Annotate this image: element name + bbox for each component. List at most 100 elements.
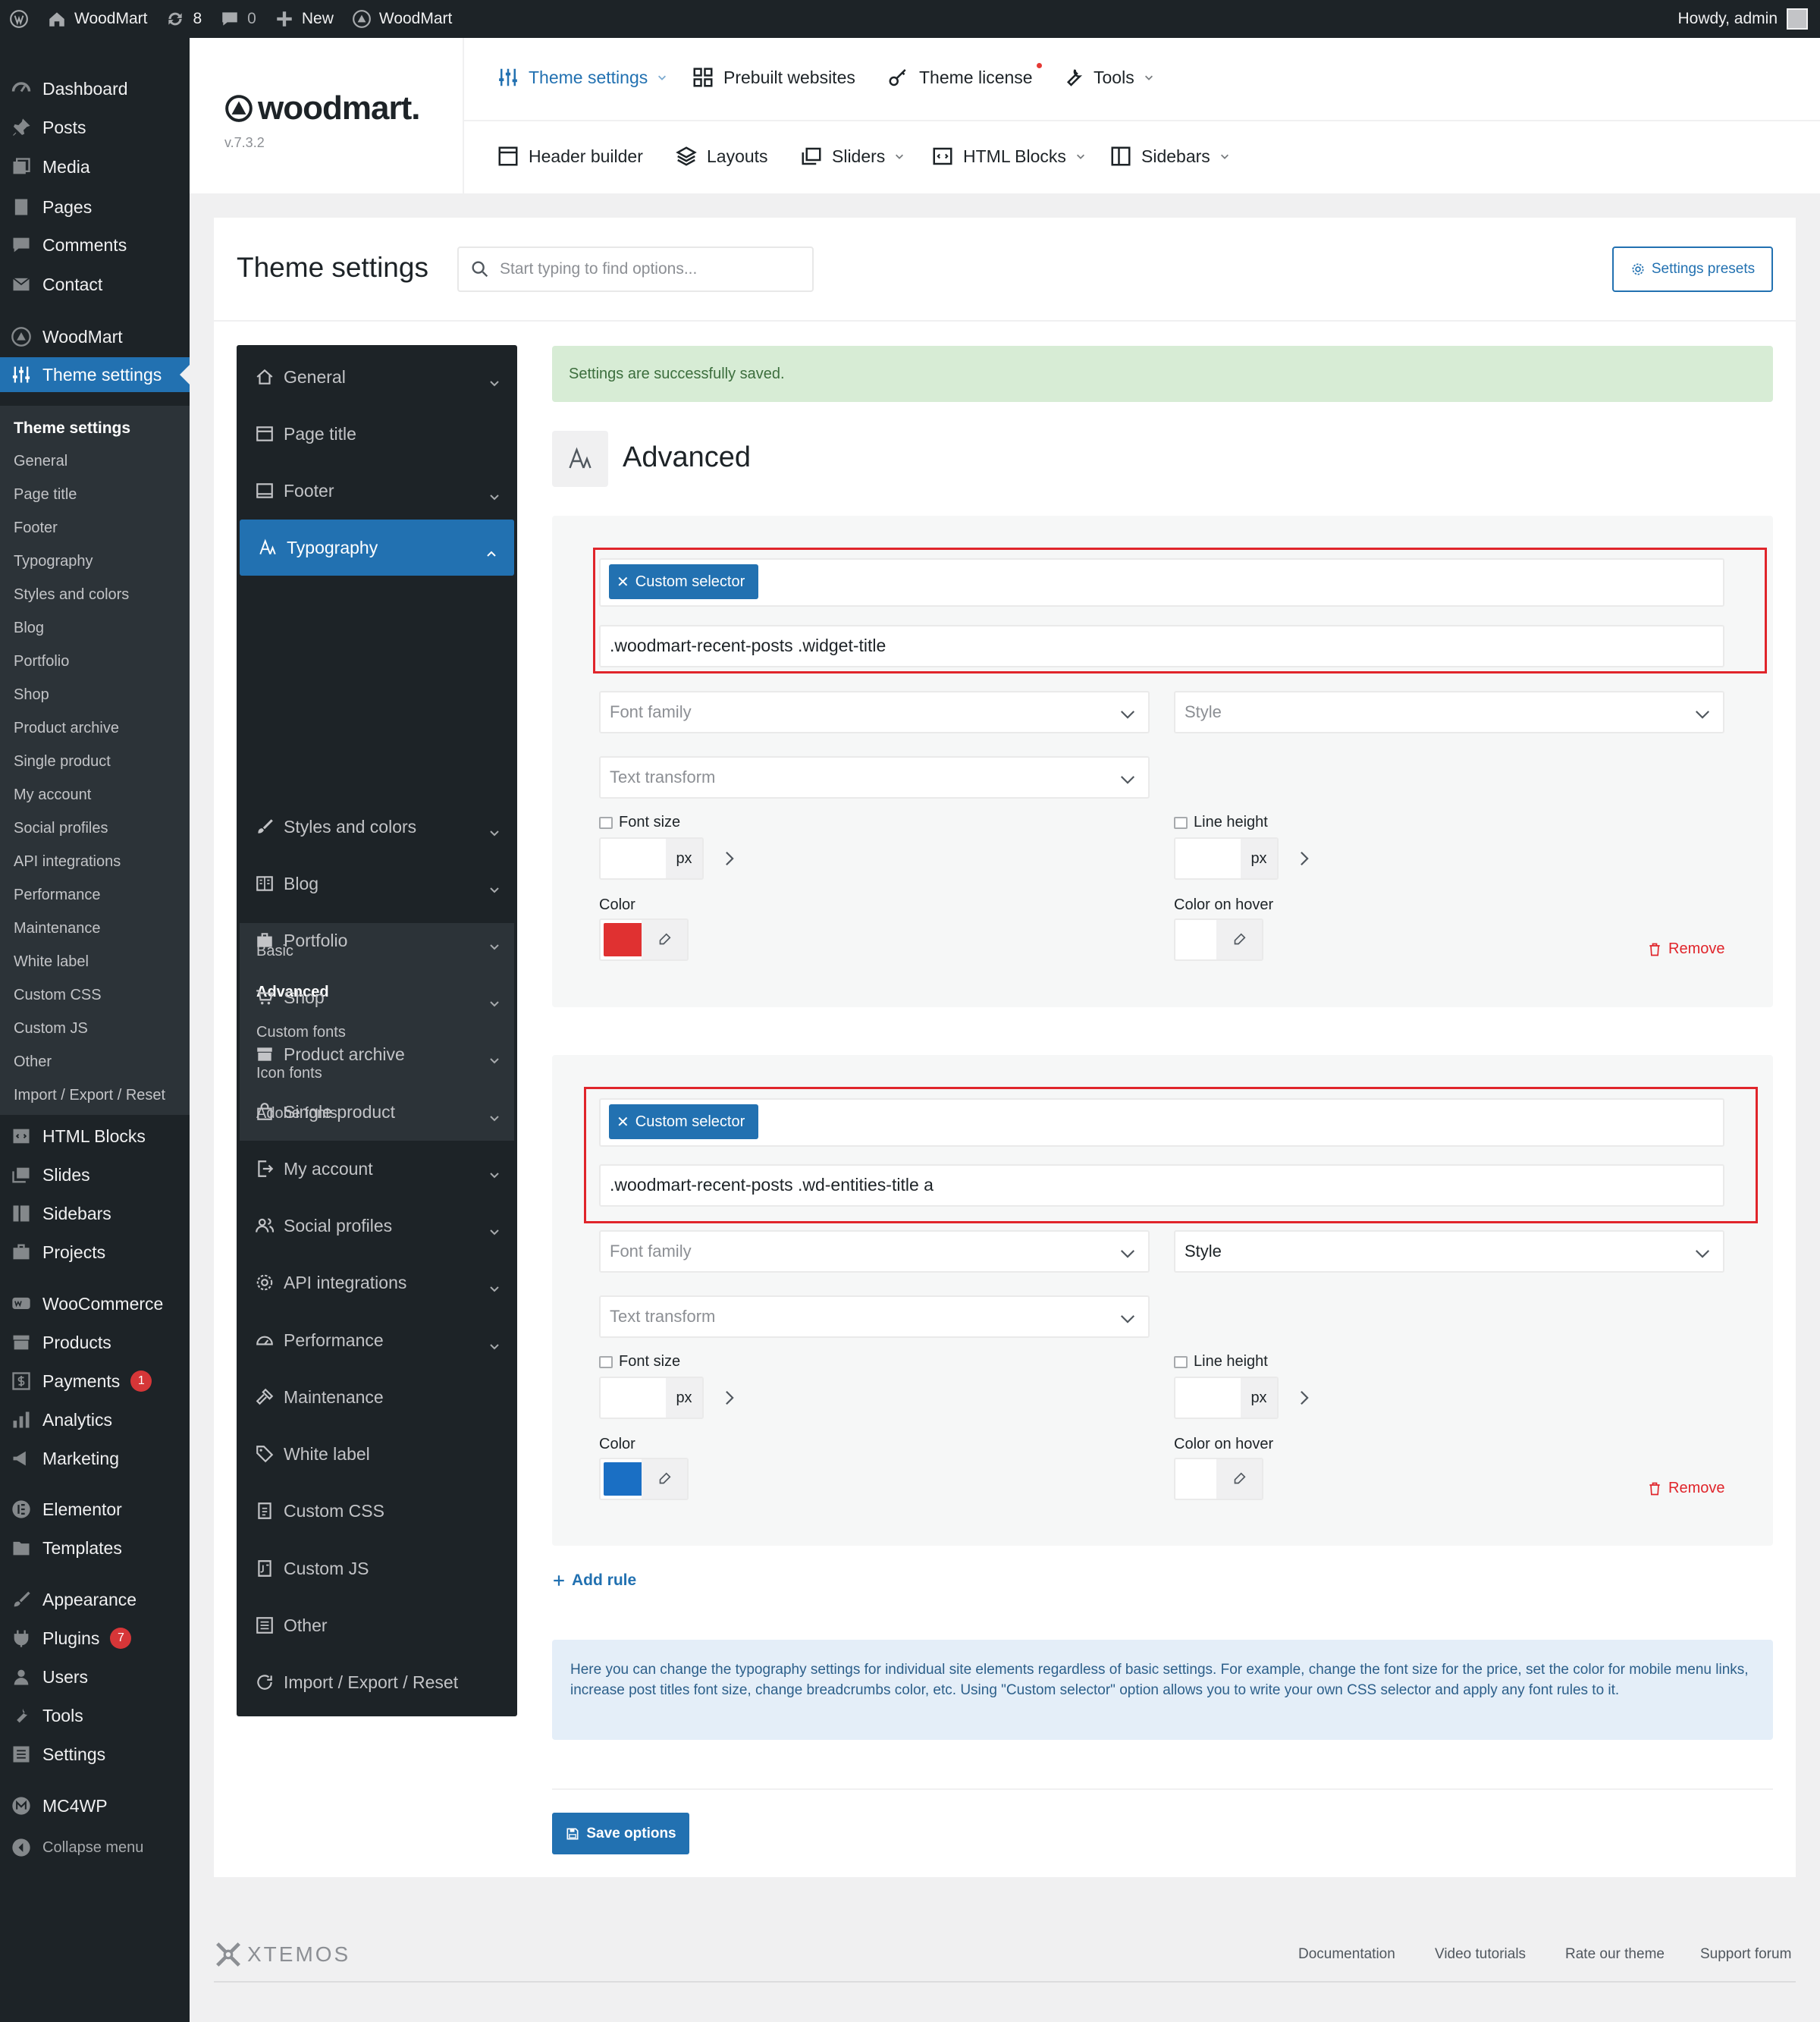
submenu-item-custom-css[interactable]: Custom CSS xyxy=(14,987,102,1004)
submenu-item-footer[interactable]: Footer xyxy=(14,520,58,537)
font-size-input[interactable]: px xyxy=(599,1377,704,1419)
submenu-item-white-label[interactable]: White label xyxy=(14,953,89,971)
settings-nav-styles-and-colors[interactable]: Styles and colors xyxy=(237,804,517,849)
font-size-label[interactable]: Font size xyxy=(599,1353,680,1371)
admin-menu-item-users[interactable]: Users xyxy=(0,1659,190,1694)
subnav-html-blocks[interactable]: HTML Blocks xyxy=(931,145,1086,168)
style-select[interactable]: Style xyxy=(1174,1230,1724,1273)
remove-chip-icon[interactable]: ✕ xyxy=(617,573,629,592)
color-picker[interactable] xyxy=(599,1458,689,1500)
style-select[interactable]: Style xyxy=(1174,691,1724,733)
chevron-right-icon[interactable] xyxy=(1296,1389,1313,1406)
font-size-label[interactable]: Font size xyxy=(599,814,680,831)
footer-link-video-tutorials[interactable]: Video tutorials xyxy=(1435,1946,1526,1963)
save-options-button[interactable]: Save options xyxy=(552,1813,689,1854)
remove-rule-button[interactable]: Remove xyxy=(1647,1480,1724,1497)
settings-nav-maintenance[interactable]: Maintenance xyxy=(237,1374,517,1420)
admin-menu-item-tools[interactable]: Tools xyxy=(0,1698,190,1733)
admin-menu-item-templates[interactable]: Templates xyxy=(0,1531,190,1565)
settings-nav-product-archive[interactable]: Product archive xyxy=(237,1031,517,1077)
text-transform-select[interactable]: Text transform xyxy=(599,756,1150,799)
settings-nav-typography[interactable]: Typography xyxy=(240,520,514,576)
topnav-prebuilt-websites[interactable]: Prebuilt websites xyxy=(692,66,855,89)
account-menu[interactable]: Howdy, admin xyxy=(1678,0,1808,38)
wordpress-logo-button[interactable] xyxy=(0,0,38,38)
admin-menu-item-collapse-menu[interactable]: Collapse menu xyxy=(0,1830,190,1865)
submenu-item-general[interactable]: General xyxy=(14,453,67,470)
remove-chip-icon[interactable]: ✕ xyxy=(617,1113,629,1132)
settings-nav-performance[interactable]: Performance xyxy=(237,1317,517,1363)
admin-menu-item-theme-settings[interactable]: Theme settings xyxy=(0,357,190,392)
responsive-checkbox[interactable] xyxy=(599,816,613,829)
admin-menu-item-plugins[interactable]: Plugins 7 xyxy=(0,1621,190,1656)
settings-presets-button[interactable]: Settings presets xyxy=(1612,246,1773,292)
submenu-item-other[interactable]: Other xyxy=(14,1053,52,1071)
submenu-item-api-integrations[interactable]: API integrations xyxy=(14,853,121,871)
comments-link[interactable]: 0 xyxy=(211,0,265,38)
selector-type-field[interactable] xyxy=(599,558,1724,607)
settings-nav-other[interactable]: Other xyxy=(237,1603,517,1648)
xtemos-logo[interactable]: XTEMOS xyxy=(214,1940,350,1969)
settings-nav-custom-css[interactable]: Custom CSS xyxy=(237,1488,517,1534)
submenu-item-theme-settings[interactable]: Theme settings xyxy=(14,419,130,438)
subnav-header-builder[interactable]: Header builder xyxy=(497,145,643,168)
add-rule-button[interactable]: Add rule xyxy=(552,1571,636,1590)
responsive-checkbox[interactable] xyxy=(1174,1355,1188,1368)
subnav-sliders[interactable]: Sliders xyxy=(800,145,905,168)
custom-selector-chip[interactable]: ✕ Custom selector xyxy=(609,564,759,599)
woodmart-bar-link[interactable]: WoodMart xyxy=(343,0,461,38)
custom-selector-chip[interactable]: ✕ Custom selector xyxy=(609,1104,759,1139)
font-size-input[interactable]: px xyxy=(599,837,704,880)
admin-menu-item-media[interactable]: Media xyxy=(0,149,190,184)
settings-nav-social-profiles[interactable]: Social profiles xyxy=(237,1203,517,1248)
settings-nav-page-title[interactable]: Page title xyxy=(237,411,517,457)
settings-nav-single-product[interactable]: Single product xyxy=(237,1089,517,1135)
responsive-checkbox[interactable] xyxy=(599,1355,613,1368)
color-picker[interactable] xyxy=(599,918,689,961)
submenu-item-my-account[interactable]: My account xyxy=(14,787,91,804)
chevron-right-icon[interactable] xyxy=(1296,850,1313,867)
updates-link[interactable]: 8 xyxy=(156,0,211,38)
eyedropper-icon[interactable] xyxy=(642,1459,687,1499)
footer-link-rate-theme[interactable]: Rate our theme xyxy=(1565,1946,1665,1963)
admin-menu-item-dashboard[interactable]: Dashboard xyxy=(0,71,190,106)
submenu-item-custom-js[interactable]: Custom JS xyxy=(14,1020,88,1038)
submenu-item-styles-and-colors[interactable]: Styles and colors xyxy=(14,586,129,604)
settings-nav-import-export-reset[interactable]: Import / Export / Reset xyxy=(237,1659,517,1705)
line-height-label[interactable]: Line height xyxy=(1174,1353,1268,1371)
line-height-label[interactable]: Line height xyxy=(1174,814,1268,831)
line-height-input[interactable]: px xyxy=(1174,837,1279,880)
admin-menu-item-marketing[interactable]: Marketing xyxy=(0,1441,190,1476)
admin-menu-item-mc4wp[interactable]: MC4WP xyxy=(0,1788,190,1823)
admin-menu-item-html-blocks[interactable]: HTML Blocks xyxy=(0,1119,190,1154)
submenu-item-product-archive[interactable]: Product archive xyxy=(14,720,119,737)
text-transform-select[interactable]: Text transform xyxy=(599,1295,1150,1338)
footer-link-support-forum[interactable]: Support forum xyxy=(1700,1946,1791,1963)
admin-menu-item-comments[interactable]: Comments xyxy=(0,228,190,262)
new-content-link[interactable]: New xyxy=(265,0,343,38)
chevron-right-icon[interactable] xyxy=(721,850,738,867)
settings-nav-api-integrations[interactable]: API integrations xyxy=(237,1260,517,1305)
selector-type-field[interactable] xyxy=(599,1098,1724,1147)
eyedropper-icon[interactable] xyxy=(642,920,687,959)
admin-menu-item-analytics[interactable]: Analytics xyxy=(0,1402,190,1437)
admin-menu-item-projects[interactable]: Projects xyxy=(0,1235,190,1270)
settings-nav-portfolio[interactable]: Portfolio xyxy=(237,918,517,963)
submenu-item-page-title[interactable]: Page title xyxy=(14,486,77,504)
color-hover-picker[interactable] xyxy=(1174,918,1263,961)
settings-nav-footer[interactable]: Footer xyxy=(237,468,517,513)
admin-menu-item-slides[interactable]: Slides xyxy=(0,1157,190,1192)
submenu-item-maintenance[interactable]: Maintenance xyxy=(14,920,101,937)
woodmart-logo[interactable]: woodmart. xyxy=(224,89,420,127)
submenu-item-shop[interactable]: Shop xyxy=(14,686,49,704)
admin-menu-item-payments[interactable]: Payments 1 xyxy=(0,1364,190,1399)
admin-menu-item-woodmart[interactable]: WoodMart xyxy=(0,319,190,354)
remove-rule-button[interactable]: Remove xyxy=(1647,940,1724,958)
admin-menu-item-pages[interactable]: Pages xyxy=(0,190,190,224)
submenu-item-import-export-reset[interactable]: Import / Export / Reset xyxy=(14,1087,165,1104)
admin-menu-item-woocommerce[interactable]: WooCommerce xyxy=(0,1286,190,1321)
admin-menu-item-elementor[interactable]: Elementor xyxy=(0,1492,190,1527)
responsive-checkbox[interactable] xyxy=(1174,816,1188,829)
submenu-item-portfolio[interactable]: Portfolio xyxy=(14,653,69,670)
topnav-theme-license[interactable]: Theme license xyxy=(887,62,1042,89)
